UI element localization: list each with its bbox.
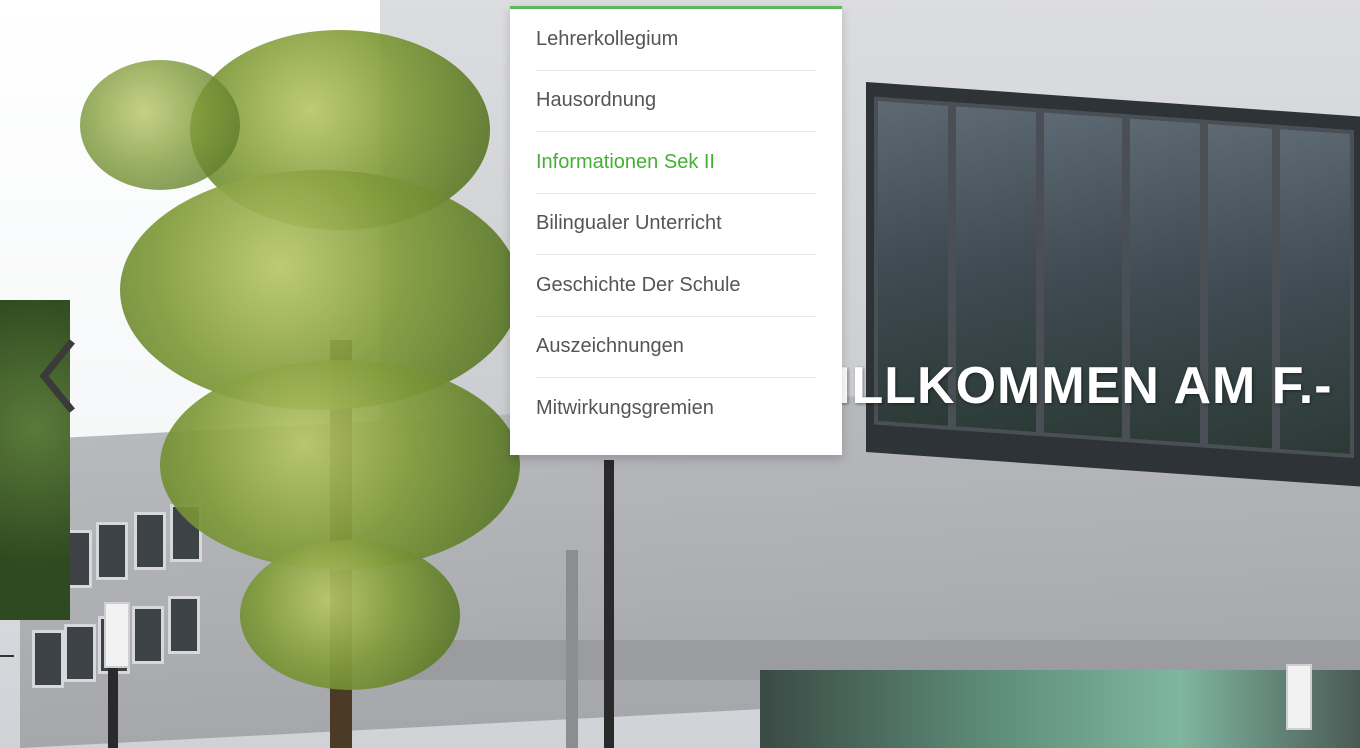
- slider-prev-button[interactable]: [32, 338, 80, 414]
- menu-link[interactable]: Lehrerkollegium: [536, 28, 678, 51]
- menu-link[interactable]: Geschichte Der Schule: [536, 274, 741, 297]
- menu-link[interactable]: Bilingualer Unterricht: [536, 212, 722, 235]
- menu-item-auszeichnungen[interactable]: Auszeichnungen: [536, 317, 816, 378]
- ground-floor-glazing: [760, 670, 1360, 748]
- menu-link[interactable]: Auszeichnungen: [536, 335, 684, 358]
- lamp-pole: [566, 550, 578, 748]
- lamp-pole: [604, 460, 614, 748]
- hero-title: WILLKOMMEN AM F.-: [842, 357, 1333, 415]
- street-lamp: [1286, 664, 1312, 730]
- menu-item-lehrerkollegium[interactable]: Lehrerkollegium: [536, 9, 816, 71]
- menu-item-hausordnung[interactable]: Hausordnung: [536, 71, 816, 132]
- menu-item-bilingualer-unterricht[interactable]: Bilingualer Unterricht: [536, 194, 816, 255]
- menu-item-geschichte-der-schule[interactable]: Geschichte Der Schule: [536, 255, 816, 317]
- chevron-left-icon: [39, 339, 75, 413]
- dropdown-menu: Lehrerkollegium Hausordnung Informatione…: [510, 6, 842, 455]
- street-lamp: [104, 602, 130, 668]
- menu-link[interactable]: Hausordnung: [536, 89, 656, 112]
- hero-title-container: WILLKOMMEN AM F.-: [842, 340, 1360, 430]
- edge-marker: [0, 655, 14, 657]
- menu-link-active[interactable]: Informationen Sek II: [536, 151, 715, 174]
- menu-item-mitwirkungsgremien[interactable]: Mitwirkungsgremien: [536, 378, 816, 440]
- menu-link[interactable]: Mitwirkungsgremien: [536, 397, 714, 420]
- menu-item-informationen-sek-ii[interactable]: Informationen Sek II: [536, 132, 816, 194]
- lamp-pole: [108, 660, 118, 748]
